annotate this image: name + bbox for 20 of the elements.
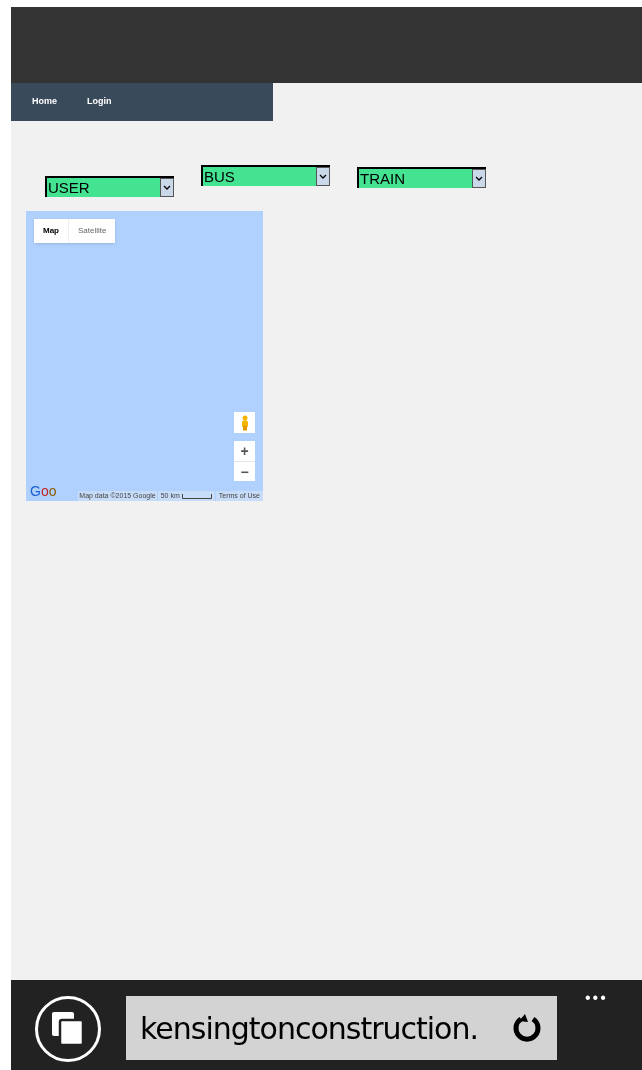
- map-type-tab[interactable]: Map: [34, 219, 68, 243]
- tabs-icon: [51, 1011, 85, 1047]
- nav-link[interactable]: Home: [32, 95, 57, 109]
- dropdown[interactable]: USER: [45, 176, 174, 197]
- chevron-icon: [472, 169, 486, 188]
- address-field[interactable]: kensingtonconstruction.: [126, 996, 557, 1060]
- dropdown[interactable]: TRAIN: [357, 167, 486, 188]
- more-button[interactable]: •••: [585, 986, 608, 1010]
- zoom-in-button[interactable]: +: [234, 441, 255, 461]
- person-icon: [240, 414, 249, 431]
- tabs-button[interactable]: [35, 996, 101, 1062]
- refresh-icon[interactable]: [511, 1012, 543, 1044]
- chevron-icon: [316, 167, 330, 186]
- chevron-icon: [160, 178, 174, 197]
- map-logo: Goo: [30, 484, 57, 499]
- nav-link[interactable]: Login: [87, 95, 112, 109]
- dropdown[interactable]: BUS: [201, 165, 330, 186]
- zoom-out-button[interactable]: −: [234, 461, 255, 481]
- scale-bar-icon: [181, 493, 212, 499]
- map-type-tab[interactable]: Satellite: [68, 219, 116, 243]
